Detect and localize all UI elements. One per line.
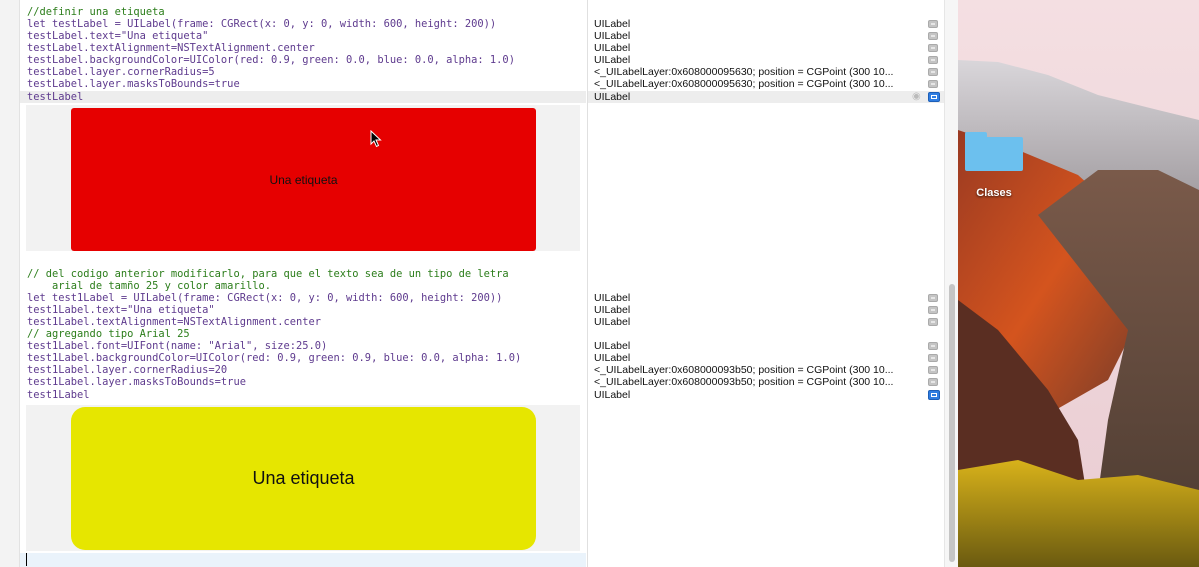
quick-look-icon[interactable] <box>928 294 938 302</box>
code-line[interactable]: testLabel.text="Una etiqueta" <box>27 30 208 42</box>
quick-look-icon[interactable] <box>928 378 938 386</box>
result-value: UILabel <box>594 54 631 66</box>
scrollbar-thumb[interactable] <box>949 284 955 562</box>
result-value: UILabel <box>594 91 631 103</box>
code-line[interactable]: testLabel.textAlignment=NSTextAlignment.… <box>27 42 315 54</box>
quick-look-icon[interactable] <box>928 56 938 64</box>
highlighted-line <box>20 91 586 103</box>
current-line <box>20 553 586 567</box>
mountain-wallpaper-image <box>958 0 1199 567</box>
code-line[interactable]: let test1Label = UILabel(frame: CGRect(x… <box>27 292 502 304</box>
result-value: UILabel <box>594 42 631 54</box>
code-line[interactable]: test1Label.font=UIFont(name: "Arial", si… <box>27 340 327 352</box>
code-line[interactable]: testLabel.layer.masksToBounds=true <box>27 78 240 90</box>
quick-look-icon[interactable] <box>928 318 938 326</box>
quick-look-icon[interactable] <box>928 68 938 76</box>
result-value: <_UILabelLayer:0x608000095630; position … <box>594 66 894 78</box>
result-value: UILabel <box>594 389 631 401</box>
folder-icon[interactable] <box>965 132 1023 172</box>
yellow-label-preview: Una etiqueta <box>71 407 536 550</box>
quick-look-icon[interactable] <box>928 354 938 362</box>
quick-look-icon[interactable] <box>928 20 938 28</box>
quick-look-icon[interactable] <box>928 342 938 350</box>
code-line[interactable]: test1Label.backgroundColor=UIColor(red: … <box>27 352 521 364</box>
code-line[interactable]: arial de tamño 25 y color amarillo. <box>27 280 271 292</box>
result-value: UILabel <box>594 18 631 30</box>
code-line[interactable]: //definir una etiqueta <box>27 6 165 18</box>
show-result-icon[interactable] <box>928 390 940 400</box>
desktop-wallpaper: Clases <box>958 0 1199 567</box>
code-line[interactable]: let testLabel = UILabel(frame: CGRect(x:… <box>27 18 496 30</box>
result-value: <_UILabelLayer:0x608000093b50; position … <box>594 364 894 376</box>
show-result-icon[interactable] <box>928 92 940 102</box>
quick-look-icon[interactable] <box>928 44 938 52</box>
code-line[interactable]: // agregando tipo Arial 25 <box>27 328 190 340</box>
result-value: UILabel <box>594 292 631 304</box>
code-line[interactable]: test1Label.layer.cornerRadius=20 <box>27 364 227 376</box>
code-line[interactable]: testLabel <box>27 91 83 103</box>
code-line[interactable]: testLabel.layer.cornerRadius=5 <box>27 66 215 78</box>
inline-preview-red: Una etiqueta <box>26 105 580 251</box>
code-line[interactable]: test1Label.textAlignment=NSTextAlignment… <box>27 316 321 328</box>
result-value: UILabel <box>594 352 631 364</box>
mouse-pointer-icon <box>370 130 382 148</box>
playground-window: //definir una etiqueta let testLabel = U… <box>0 0 1199 567</box>
result-value: UILabel <box>594 304 631 316</box>
vertical-scrollbar[interactable] <box>944 0 959 567</box>
quick-look-icon[interactable] <box>928 80 938 88</box>
code-editor[interactable]: //definir una etiqueta let testLabel = U… <box>20 0 586 567</box>
code-line[interactable]: // del codigo anterior modificarlo, para… <box>27 268 509 280</box>
code-line[interactable]: test1Label <box>27 389 90 401</box>
code-line[interactable]: testLabel.backgroundColor=UIColor(red: 0… <box>27 54 515 66</box>
quick-look-icon[interactable] <box>928 32 938 40</box>
result-value: <_UILabelLayer:0x608000093b50; position … <box>594 376 894 388</box>
eye-icon[interactable]: ◉ <box>912 91 921 103</box>
text-cursor <box>26 553 27 566</box>
result-value: UILabel <box>594 316 631 328</box>
red-label-preview: Una etiqueta <box>71 108 536 251</box>
result-value: UILabel <box>594 340 631 352</box>
result-value: <_UILabelLayer:0x608000095630; position … <box>594 78 894 90</box>
folder-label[interactable]: Clases <box>958 187 1030 199</box>
code-line[interactable]: test1Label.layer.masksToBounds=true <box>27 376 246 388</box>
inline-preview-yellow: Una etiqueta <box>26 405 580 551</box>
code-line[interactable]: test1Label.text="Una etiqueta" <box>27 304 215 316</box>
quick-look-icon[interactable] <box>928 306 938 314</box>
results-sidebar: UILabel UILabel UILabel UILabel <_UILabe… <box>587 0 945 567</box>
result-value: UILabel <box>594 30 631 42</box>
quick-look-icon[interactable] <box>928 366 938 374</box>
line-gutter <box>0 0 20 567</box>
